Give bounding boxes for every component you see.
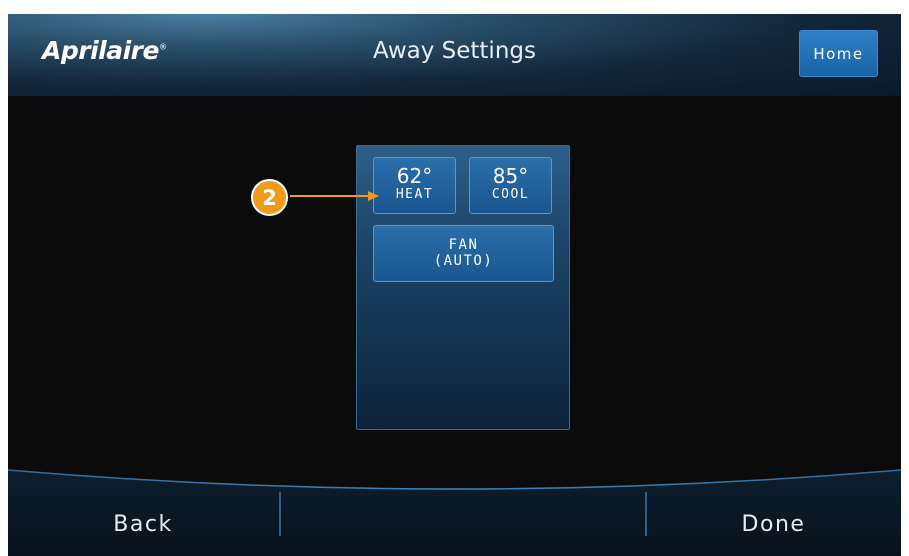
fan-mode: (AUTO)	[433, 253, 494, 269]
fan-mode-button[interactable]: FAN (AUTO)	[373, 225, 554, 282]
footer-bar	[8, 469, 901, 556]
away-settings-panel: 62° HEAT 85° COOL FAN (AUTO)	[356, 145, 570, 430]
page-title: Away Settings	[373, 38, 536, 64]
cool-setpoint-button[interactable]: 85° COOL	[469, 157, 552, 214]
back-button[interactable]: Back	[8, 512, 278, 537]
home-button[interactable]: Home	[799, 30, 878, 77]
cool-temperature: 85°	[492, 164, 529, 188]
header-bar: Aprilaire® Away Settings Home	[8, 14, 901, 96]
thermostat-screen: Aprilaire® Away Settings Home 62° HEAT 8…	[8, 14, 901, 556]
callout-arrow-icon	[290, 191, 379, 201]
done-button[interactable]: Done	[646, 512, 901, 537]
cool-label: COOL	[491, 187, 530, 202]
fan-label: FAN	[448, 237, 479, 253]
step-callout-badge: 2	[251, 179, 288, 216]
heat-temperature: 62°	[396, 164, 433, 188]
heat-setpoint-button[interactable]: 62° HEAT	[373, 157, 456, 214]
heat-label: HEAT	[395, 187, 434, 202]
